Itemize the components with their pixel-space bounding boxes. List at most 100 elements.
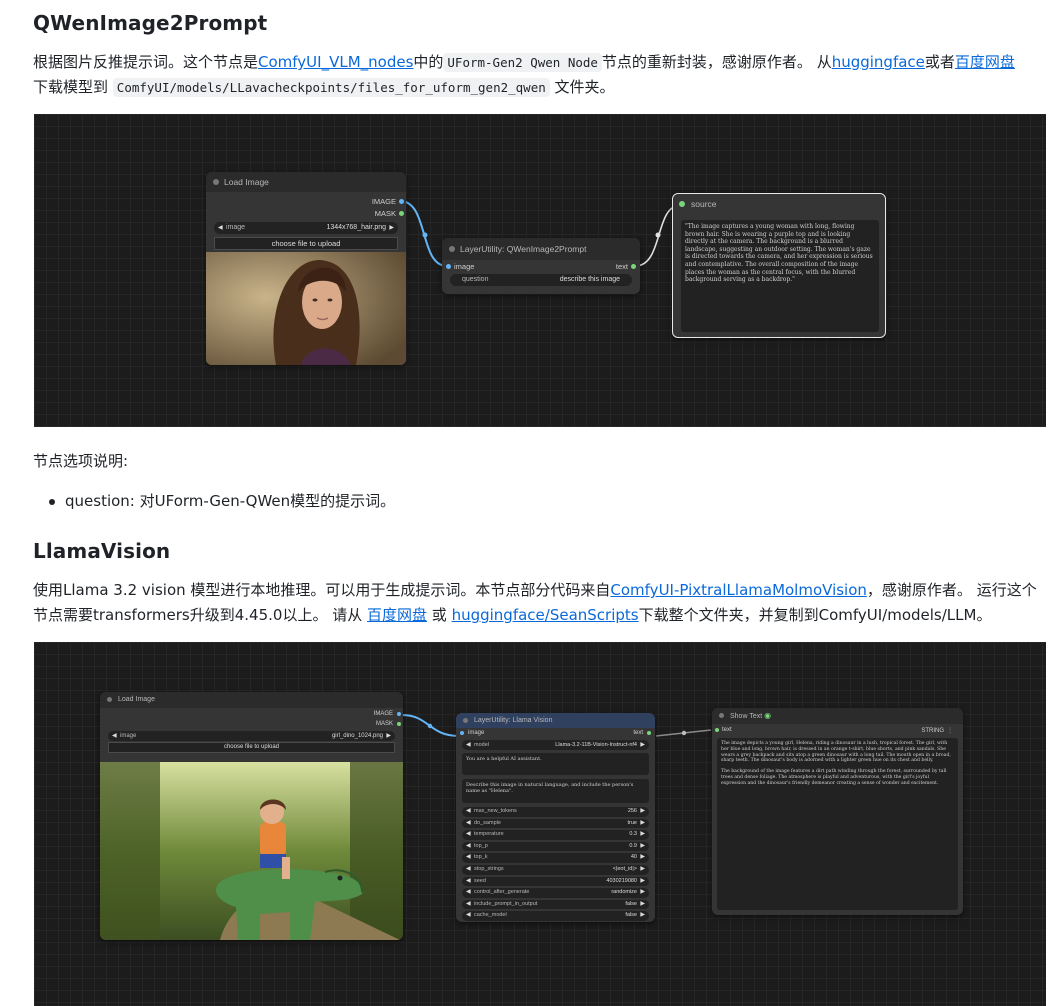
param-widget-control-after-generate[interactable]: ◀ control_after_generate randomize ▶ bbox=[462, 888, 649, 898]
arrow-left-icon[interactable]: ◀ bbox=[218, 222, 223, 234]
slot-dot-icon[interactable] bbox=[446, 264, 451, 269]
node-title[interactable]: Load Image bbox=[100, 692, 403, 708]
arrow-left-icon[interactable]: ◀ bbox=[466, 911, 471, 921]
param-widget-cache-model[interactable]: ◀ cache_model false ▶ bbox=[462, 911, 649, 921]
collapse-dot-icon[interactable] bbox=[449, 246, 455, 252]
model-combo-widget[interactable]: ◀ model Llama-3.2-11B-Vision-Instruct-nf… bbox=[462, 740, 649, 750]
arrow-right-icon[interactable]: ▶ bbox=[640, 842, 645, 852]
param-widget-seed[interactable]: ◀ seed 403021908​0 ▶ bbox=[462, 876, 649, 887]
param-widget-max-new-tokens[interactable]: ◀ max_new_tokens 256 ▶ bbox=[462, 807, 649, 817]
arrow-right-icon[interactable]: ▶ bbox=[640, 911, 645, 921]
arrow-right-icon[interactable]: ▶ bbox=[640, 865, 645, 875]
slot-dot-icon[interactable] bbox=[460, 731, 464, 735]
arrow-left-icon[interactable]: ◀ bbox=[466, 830, 471, 840]
output-string-slot[interactable]: STRING ⋮ bbox=[921, 727, 953, 734]
collapse-dot-icon[interactable] bbox=[107, 697, 112, 702]
arrow-right-icon[interactable]: ▶ bbox=[640, 900, 645, 910]
param-widget-do-sample[interactable]: ◀ do_sample true ▶ bbox=[462, 818, 649, 829]
load-image-node[interactable]: Load Image IMAGE MASK ◀ image girl_dino_… bbox=[100, 692, 403, 940]
choose-file-button[interactable]: choose file to upload bbox=[214, 237, 398, 250]
output-mask-slot[interactable]: MASK bbox=[375, 209, 404, 218]
llama-vision-node[interactable]: LayerUtility: Llama Vision image text ◀ … bbox=[456, 713, 655, 922]
grid-dot-icon[interactable]: ⋮ bbox=[947, 728, 953, 734]
system-prompt-textarea[interactable]: You are a helpful AI assistant. bbox=[462, 753, 649, 775]
slot-dot-icon[interactable] bbox=[397, 712, 401, 716]
output-mask-slot[interactable]: MASK bbox=[376, 721, 401, 727]
arrow-left-icon[interactable]: ◀ bbox=[466, 865, 471, 875]
input-image-slot[interactable]: image bbox=[446, 262, 474, 271]
link-comfyui-vlm-nodes[interactable]: ComfyUI_VLM_nodes bbox=[258, 53, 413, 71]
arrow-right-icon[interactable]: ▶ bbox=[640, 877, 645, 887]
arrow-left-icon[interactable]: ◀ bbox=[466, 819, 471, 829]
image-combo-widget[interactable]: ◀ image girl_dino_1024.png ▶ bbox=[108, 731, 395, 741]
arrow-left-icon[interactable]: ◀ bbox=[466, 807, 471, 817]
arrow-left-icon[interactable]: ◀ bbox=[466, 842, 471, 852]
param-widget-temperature[interactable]: ◀ temperature 0.3 ▶ bbox=[462, 830, 649, 840]
widget-value: randomize bbox=[611, 889, 637, 896]
collapse-dot-icon[interactable] bbox=[213, 179, 219, 185]
arrow-left-icon[interactable]: ◀ bbox=[466, 853, 471, 863]
arrow-left-icon[interactable]: ◀ bbox=[466, 740, 471, 750]
arrow-right-icon[interactable]: ▶ bbox=[389, 222, 394, 234]
arrow-right-icon[interactable]: ▶ bbox=[386, 731, 391, 741]
node-title[interactable]: LayerUtility: Llama Vision bbox=[456, 713, 655, 728]
widget-label: top_p bbox=[474, 842, 488, 849]
arrow-right-icon[interactable]: ▶ bbox=[640, 830, 645, 840]
comfyui-canvas-qwen[interactable]: Load Image IMAGE MASK ◀ image 1344x768_h… bbox=[34, 114, 1046, 427]
output-text-slot[interactable]: text bbox=[633, 730, 651, 736]
arrow-right-icon[interactable]: ▶ bbox=[640, 853, 645, 863]
param-widget-top-p[interactable]: ◀ top_p 0.9 ▶ bbox=[462, 841, 649, 852]
qwen-description: 根据图片反推提示词。这个节点是ComfyUI_VLM_nodes中的 UForm-… bbox=[33, 50, 1053, 100]
image-combo-widget[interactable]: ◀ image 1344x768_hair.png ▶ bbox=[214, 222, 398, 234]
choose-file-button[interactable]: choose file to upload bbox=[108, 742, 395, 753]
slot-label: image bbox=[468, 730, 485, 736]
link-baidu-pan[interactable]: 百度网盘 bbox=[955, 53, 1015, 71]
arrow-right-icon[interactable]: ▶ bbox=[640, 819, 645, 829]
node-title[interactable]: Show Text ◉ bbox=[712, 708, 963, 724]
node-title[interactable]: source bbox=[673, 194, 885, 214]
widget-label: model bbox=[474, 742, 489, 748]
comfyui-canvas-llama[interactable]: Load Image IMAGE MASK ◀ image girl_dino_… bbox=[34, 642, 1046, 1006]
param-widget-include-prompt-in-output[interactable]: ◀ include_prompt_in_output false ▶ bbox=[462, 899, 649, 910]
collapse-dot-icon[interactable] bbox=[463, 718, 468, 723]
load-image-node[interactable]: Load Image IMAGE MASK ◀ image 1344x768_h… bbox=[206, 172, 406, 365]
show-text-textarea[interactable]: The image depicts a young girl, Helena, … bbox=[717, 738, 958, 910]
param-widget-top-k[interactable]: ◀ top_k 40 ▶ bbox=[462, 853, 649, 863]
output-image-slot[interactable]: IMAGE bbox=[372, 197, 404, 206]
arrow-right-icon[interactable]: ▶ bbox=[640, 807, 645, 817]
output-text-slot[interactable]: text bbox=[616, 262, 636, 271]
user-prompt-textarea[interactable]: Describe this image in natural language,… bbox=[462, 779, 649, 803]
slot-dot-icon[interactable] bbox=[715, 728, 719, 732]
slot-dot-icon[interactable] bbox=[397, 722, 401, 726]
slot-dot-icon[interactable] bbox=[399, 199, 404, 204]
arrow-right-icon[interactable]: ▶ bbox=[640, 888, 645, 898]
arrow-left-icon[interactable]: ◀ bbox=[112, 731, 117, 741]
slot-dot-icon[interactable] bbox=[399, 211, 404, 216]
collapse-dot-icon[interactable] bbox=[719, 713, 724, 718]
source-textarea[interactable]: "The image captures a young woman with l… bbox=[681, 220, 879, 332]
node-title[interactable]: Load Image bbox=[206, 172, 406, 192]
param-widget-stop-strings[interactable]: ◀ stop_strings <|eot_id|> ▶ bbox=[462, 865, 649, 875]
input-image-slot[interactable]: image bbox=[460, 730, 485, 736]
input-text-slot[interactable]: text bbox=[715, 727, 732, 733]
show-text-node[interactable]: Show Text ◉ text STRING ⋮ The image depic… bbox=[712, 708, 963, 915]
output-image-slot[interactable]: IMAGE bbox=[374, 711, 401, 717]
slot-dot-icon[interactable] bbox=[647, 731, 651, 735]
list-item: question: 对UForm-Gen-QWen模型的提示词。 bbox=[33, 490, 395, 511]
link-huggingface-seanscripts[interactable]: huggingface/SeanScripts bbox=[452, 606, 639, 624]
link-huggingface[interactable]: huggingface bbox=[832, 53, 925, 71]
question-widget[interactable]: question describe this image bbox=[450, 274, 632, 286]
arrow-right-icon[interactable]: ▶ bbox=[640, 740, 645, 750]
source-text-node[interactable]: source "The image captures a young woman… bbox=[672, 193, 886, 338]
input-dot-icon[interactable] bbox=[679, 201, 685, 207]
node-title-label: LayerUtility: Llama Vision bbox=[474, 717, 553, 724]
arrow-left-icon[interactable]: ◀ bbox=[466, 877, 471, 887]
qwen-image2prompt-node[interactable]: LayerUtility: QWenImage2Prompt image tex… bbox=[442, 238, 640, 294]
slot-dot-icon[interactable] bbox=[631, 264, 636, 269]
arrow-left-icon[interactable]: ◀ bbox=[466, 888, 471, 898]
link-baidu-pan[interactable]: 百度网盘 bbox=[367, 606, 427, 624]
arrow-left-icon[interactable]: ◀ bbox=[466, 900, 471, 910]
node-title[interactable]: LayerUtility: QWenImage2Prompt bbox=[442, 238, 640, 260]
link-pixtral-llama-molmo[interactable]: ComfyUI-PixtralLlamaMolmoVision bbox=[610, 581, 867, 599]
text: 文件夹。 bbox=[554, 78, 615, 96]
